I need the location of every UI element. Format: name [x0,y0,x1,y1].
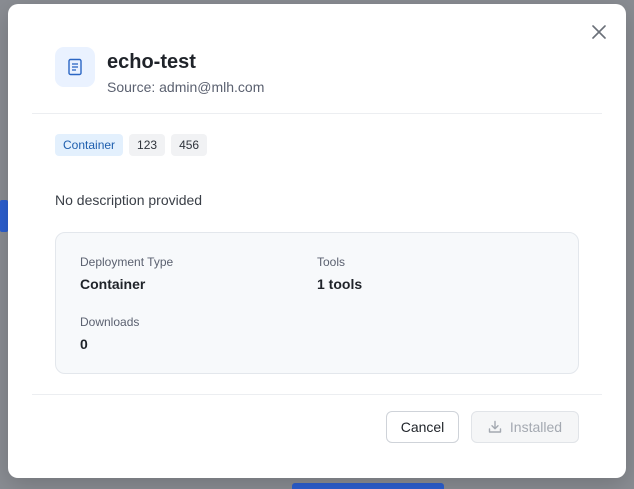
tools-value: 1 tools [317,276,363,292]
close-button[interactable] [589,22,609,42]
tools-label: Tools [317,255,346,269]
downloads-field: Downloads 0 [80,315,139,352]
deployment-type-value: Container [80,276,146,292]
deployment-type-field: Deployment Type Container [80,255,173,292]
tag-deployment: Container [55,134,124,156]
installed-button[interactable]: Installed [471,411,579,443]
dialog-title: echo-test [107,51,196,73]
description-text: No description provided [55,192,203,208]
source-text: Source: admin@mlh.com [107,79,265,95]
document-server-icon [68,58,82,76]
tag-list: Container 123 456 [55,134,208,156]
background-element [0,200,8,232]
downloads-label: Downloads [80,315,140,329]
installed-label: Installed [509,419,563,435]
cancel-button[interactable]: Cancel [386,411,459,443]
server-icon-container [55,47,95,87]
deployment-type-label: Deployment Type [80,255,174,269]
download-icon [488,420,502,434]
header-divider [32,113,602,114]
server-details-dialog: echo-test Source: admin@mlh.com Containe… [8,4,626,478]
details-card: Deployment Type Container Tools 1 tools … [55,232,579,374]
tag: 456 [171,134,208,156]
tag: 123 [129,134,166,156]
downloads-value: 0 [80,336,88,352]
background-element [292,483,444,489]
footer-divider [32,394,602,395]
tools-field: Tools 1 tools [317,255,362,292]
title-block: echo-test Source: admin@mlh.com [107,51,264,95]
dialog-header: echo-test Source: admin@mlh.com [55,47,264,95]
close-icon [592,25,606,39]
